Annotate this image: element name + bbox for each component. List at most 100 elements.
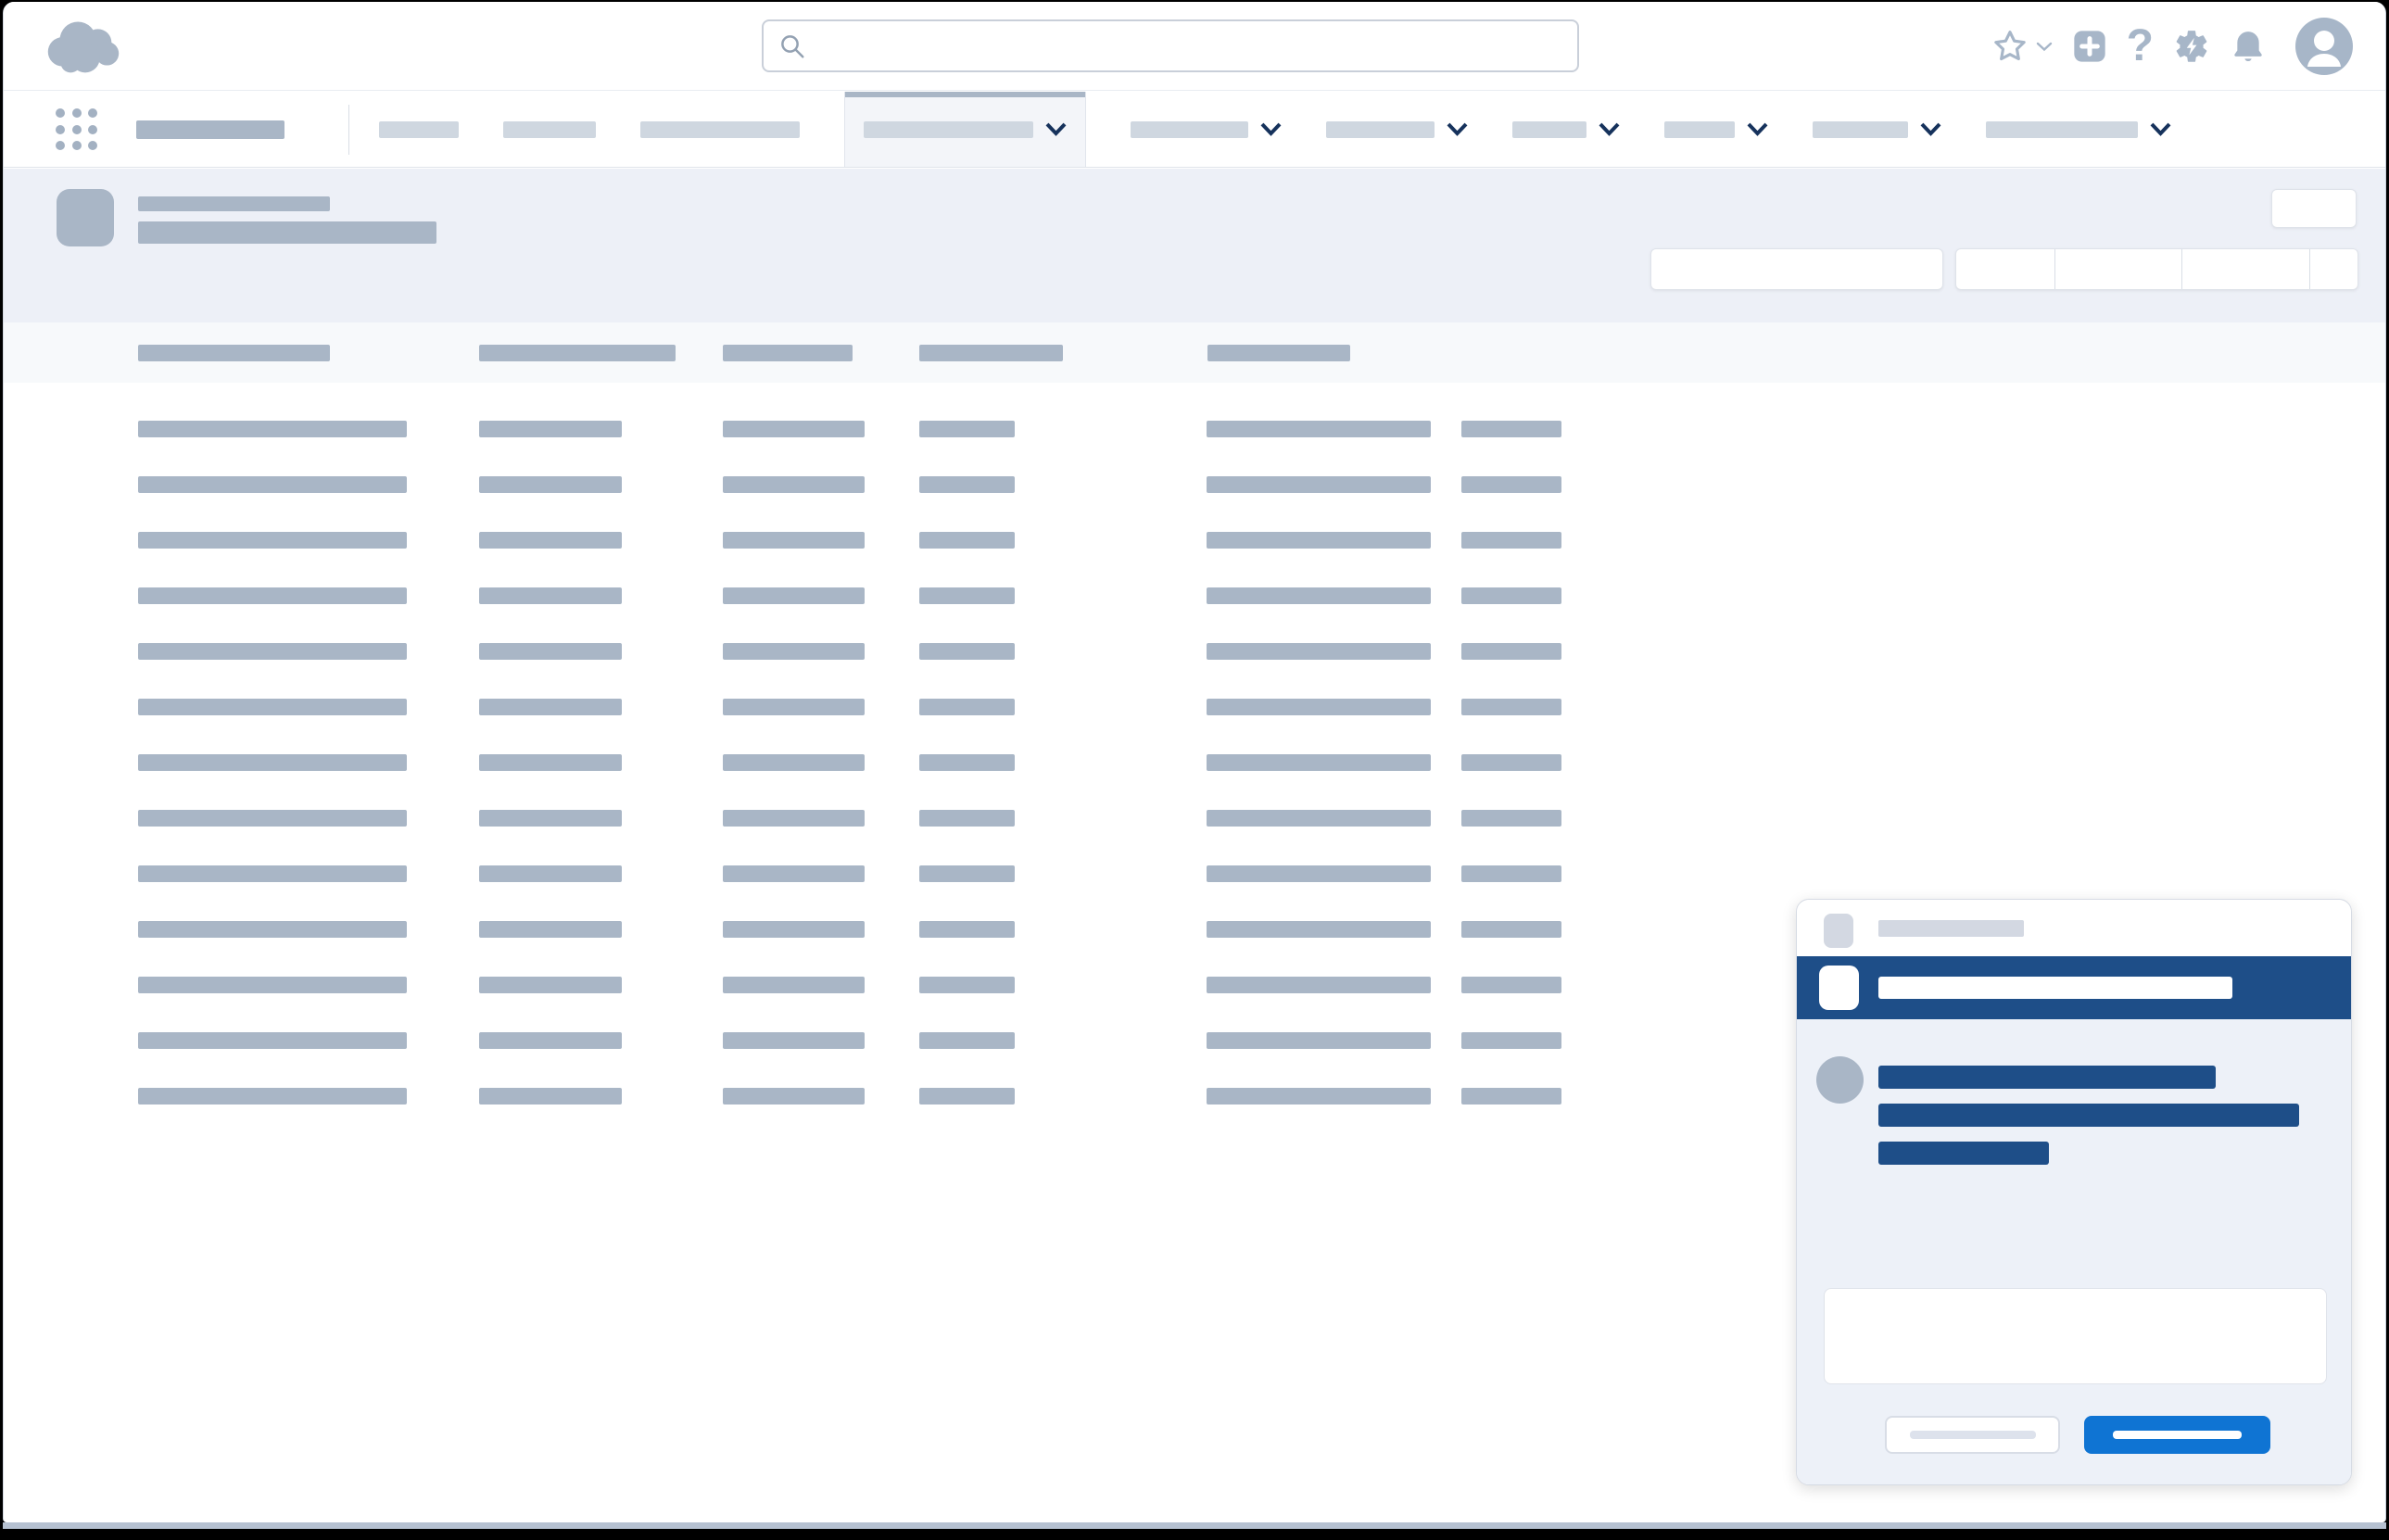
cell-placeholder <box>479 587 622 604</box>
cell-placeholder <box>1207 977 1431 993</box>
chat-secondary-button[interactable] <box>1885 1416 2060 1454</box>
cell-placeholder <box>1207 865 1431 882</box>
nav-tab[interactable] <box>1131 92 1282 167</box>
cell-placeholder <box>479 699 622 715</box>
cell-placeholder <box>1461 421 1561 437</box>
column-header-placeholder <box>138 345 330 361</box>
tab-label-placeholder <box>1664 121 1735 138</box>
help-icon[interactable]: ? <box>2127 24 2154 69</box>
chat-body <box>1797 1019 2351 1484</box>
chat-send-button[interactable] <box>2084 1416 2270 1454</box>
cell-placeholder <box>723 699 865 715</box>
notifications-bell-icon[interactable] <box>2230 28 2267 65</box>
group-action-button[interactable] <box>1956 249 2054 289</box>
nav-tabs <box>379 92 2171 167</box>
app-launcher-button[interactable] <box>56 108 98 151</box>
chat-message-line-placeholder <box>1878 1104 2299 1127</box>
cell-placeholder <box>1207 643 1431 660</box>
cell-placeholder <box>138 421 407 437</box>
cell-placeholder <box>919 699 1015 715</box>
cell-placeholder <box>723 977 865 993</box>
header-corner-button[interactable] <box>2271 189 2357 228</box>
table-row[interactable] <box>4 568 2385 624</box>
primary-action-button[interactable] <box>1650 248 1943 290</box>
cell-placeholder <box>919 1088 1015 1105</box>
nav-tab[interactable] <box>1664 92 1768 167</box>
column-header-placeholder <box>1207 345 1350 361</box>
nav-tab-active[interactable] <box>844 92 1086 167</box>
tab-label-placeholder <box>640 121 800 138</box>
cell-placeholder <box>1461 1032 1561 1049</box>
table-row[interactable] <box>4 846 2385 902</box>
cell-placeholder <box>1461 1088 1561 1105</box>
app-launcher-grid-icon <box>88 141 97 150</box>
action-button-group <box>1955 248 2358 290</box>
nav-tab[interactable] <box>1326 92 1468 167</box>
page-header <box>4 169 2385 322</box>
cell-placeholder <box>138 699 407 715</box>
table-row[interactable] <box>4 679 2385 735</box>
record-entity-icon <box>57 189 114 246</box>
global-header: ? <box>4 2 2385 91</box>
cell-placeholder <box>1461 754 1561 771</box>
table-row[interactable] <box>4 401 2385 457</box>
cell-placeholder <box>723 421 865 437</box>
favorites-chevron-icon[interactable] <box>2036 41 2053 52</box>
setup-gear-icon[interactable] <box>2172 27 2211 66</box>
app-launcher-grid-icon <box>56 125 65 134</box>
search-input[interactable] <box>762 19 1579 72</box>
cell-placeholder <box>723 865 865 882</box>
cell-placeholder <box>1207 587 1431 604</box>
table-row[interactable] <box>4 735 2385 790</box>
chat-window-icon <box>1824 914 1853 948</box>
tab-label-placeholder <box>1813 121 1908 138</box>
favorites-star-icon[interactable] <box>1991 28 2029 65</box>
nav-tab[interactable] <box>503 92 596 167</box>
chat-panel-header[interactable] <box>1797 900 2351 956</box>
cell-placeholder <box>138 754 407 771</box>
cell-placeholder <box>1461 921 1561 938</box>
nav-tab[interactable] <box>1986 92 2171 167</box>
cell-placeholder <box>1207 921 1431 938</box>
user-avatar-icon[interactable] <box>2294 17 2354 76</box>
cell-placeholder <box>138 587 407 604</box>
tab-label-placeholder <box>1131 121 1248 138</box>
cell-placeholder <box>138 476 407 493</box>
nav-tab[interactable] <box>379 92 459 167</box>
header-actions: ? <box>1991 2 2354 91</box>
chat-message-input[interactable] <box>1824 1288 2327 1384</box>
tab-label-placeholder <box>379 121 459 138</box>
table-header-row <box>4 322 2385 383</box>
group-action-button[interactable] <box>2181 249 2309 289</box>
table-row[interactable] <box>4 624 2385 679</box>
salesforce-cloud-logo <box>37 12 128 82</box>
chat-message-line-placeholder <box>1878 1142 2049 1165</box>
cell-placeholder <box>919 532 1015 549</box>
app-launcher-grid-icon <box>88 108 97 118</box>
table-row[interactable] <box>4 790 2385 846</box>
add-icon[interactable] <box>2071 28 2108 65</box>
cell-placeholder <box>1207 1088 1431 1105</box>
table-row[interactable] <box>4 457 2385 512</box>
chat-composer-buttons <box>1797 1416 2351 1454</box>
cell-placeholder <box>723 587 865 604</box>
chat-record-banner[interactable] <box>1797 956 2351 1019</box>
tab-label-placeholder <box>1512 121 1586 138</box>
column-header-placeholder <box>479 345 676 361</box>
cell-placeholder <box>1207 421 1431 437</box>
chevron-down-icon <box>1920 122 1941 136</box>
group-action-button[interactable] <box>2309 249 2357 289</box>
group-action-button[interactable] <box>2054 249 2181 289</box>
cell-placeholder <box>1461 587 1561 604</box>
cell-placeholder <box>1461 699 1561 715</box>
nav-tab[interactable] <box>640 92 800 167</box>
chat-send-label-placeholder <box>2113 1431 2242 1439</box>
cell-placeholder <box>138 810 407 827</box>
cell-placeholder <box>1461 810 1561 827</box>
nav-tab[interactable] <box>1512 92 1620 167</box>
app-launcher-grid-icon <box>88 125 97 134</box>
chevron-down-icon <box>1045 122 1067 136</box>
table-row[interactable] <box>4 512 2385 568</box>
nav-tab[interactable] <box>1813 92 1941 167</box>
cell-placeholder <box>1207 810 1431 827</box>
